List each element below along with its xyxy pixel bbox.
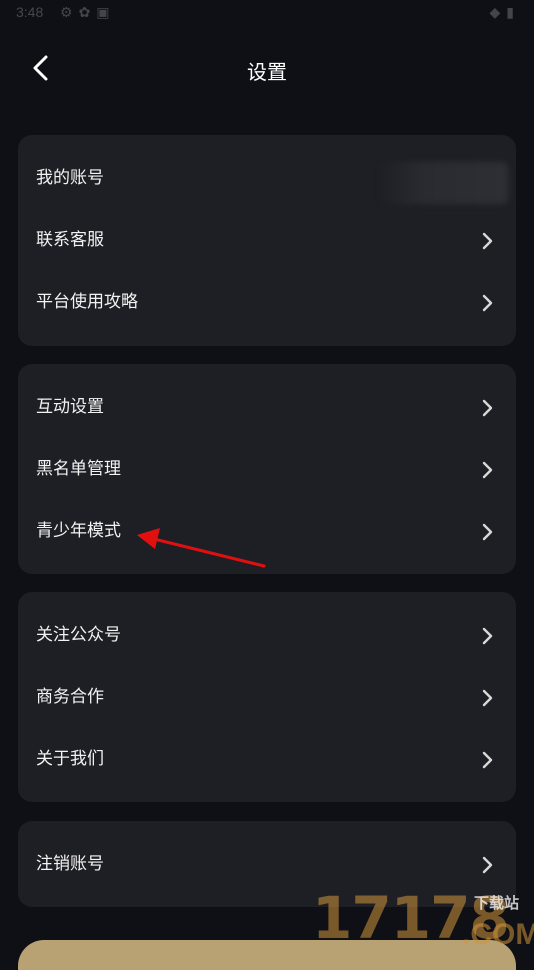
settings-item-label: 关注公众号 (36, 625, 121, 645)
watermark-site-label: 下载站 (474, 894, 520, 912)
settings-group-interaction: 互动设置 黑名单管理 青少年模式 (18, 364, 516, 574)
chevron-right-icon (482, 627, 493, 645)
sync-icon: ✿ (78, 4, 97, 20)
settings-group-account: 我的账号 联系客服 平台使用攻略 (18, 135, 516, 346)
settings-item-customer-service[interactable]: 联系客服 (18, 210, 516, 270)
settings-item-label: 我的账号 (36, 168, 104, 188)
battery-icon: ▮ (506, 4, 520, 20)
settings-item-label: 青少年模式 (36, 521, 121, 541)
settings-item-teen-mode[interactable]: 青少年模式 (18, 501, 516, 561)
chevron-right-icon (482, 461, 493, 479)
settings-item-label: 商务合作 (36, 687, 104, 707)
chevron-right-icon (482, 856, 493, 874)
settings-item-my-account[interactable]: 我的账号 (18, 148, 516, 208)
chevron-right-icon (482, 689, 493, 707)
settings-item-label: 联系客服 (36, 230, 104, 250)
chevron-right-icon (482, 751, 493, 769)
chevron-right-icon (482, 399, 493, 417)
settings-item-about-us[interactable]: 关于我们 (18, 729, 516, 789)
settings-item-label: 互动设置 (36, 397, 104, 417)
page-title: 设置 (247, 60, 287, 84)
status-left-icons: ⚙✿▣ (60, 4, 116, 21)
chevron-right-icon (482, 294, 493, 312)
settings-icon: ⚙ (60, 4, 79, 20)
chevron-right-icon (482, 232, 493, 250)
settings-item-interaction-settings[interactable]: 互动设置 (18, 377, 516, 437)
account-value-obscured (378, 162, 508, 204)
status-right-icons: ◆▮ (490, 4, 521, 21)
notification-icon: ▣ (96, 4, 116, 20)
chevron-right-icon (482, 523, 493, 541)
settings-group-about: 关注公众号 商务合作 关于我们 (18, 592, 516, 802)
watermark-suffix: .COM (462, 918, 534, 951)
settings-item-label: 黑名单管理 (36, 459, 121, 479)
settings-item-follow-official[interactable]: 关注公众号 (18, 605, 516, 665)
settings-item-platform-guide[interactable]: 平台使用攻略 (18, 272, 516, 332)
wifi-icon: ◆ (489, 4, 507, 20)
settings-item-label: 注销账号 (36, 854, 104, 874)
settings-item-business[interactable]: 商务合作 (18, 667, 516, 727)
settings-item-label: 关于我们 (36, 749, 104, 769)
top-nav: 设置 (0, 40, 534, 98)
status-time: 3:48 (16, 4, 44, 20)
status-bar: 3:48 ⚙✿▣ ◆▮ (0, 0, 534, 28)
settings-item-label: 平台使用攻略 (36, 292, 138, 312)
watermark-logo: 17178 .COM 下载站 (312, 886, 534, 950)
settings-item-blacklist[interactable]: 黑名单管理 (18, 439, 516, 499)
